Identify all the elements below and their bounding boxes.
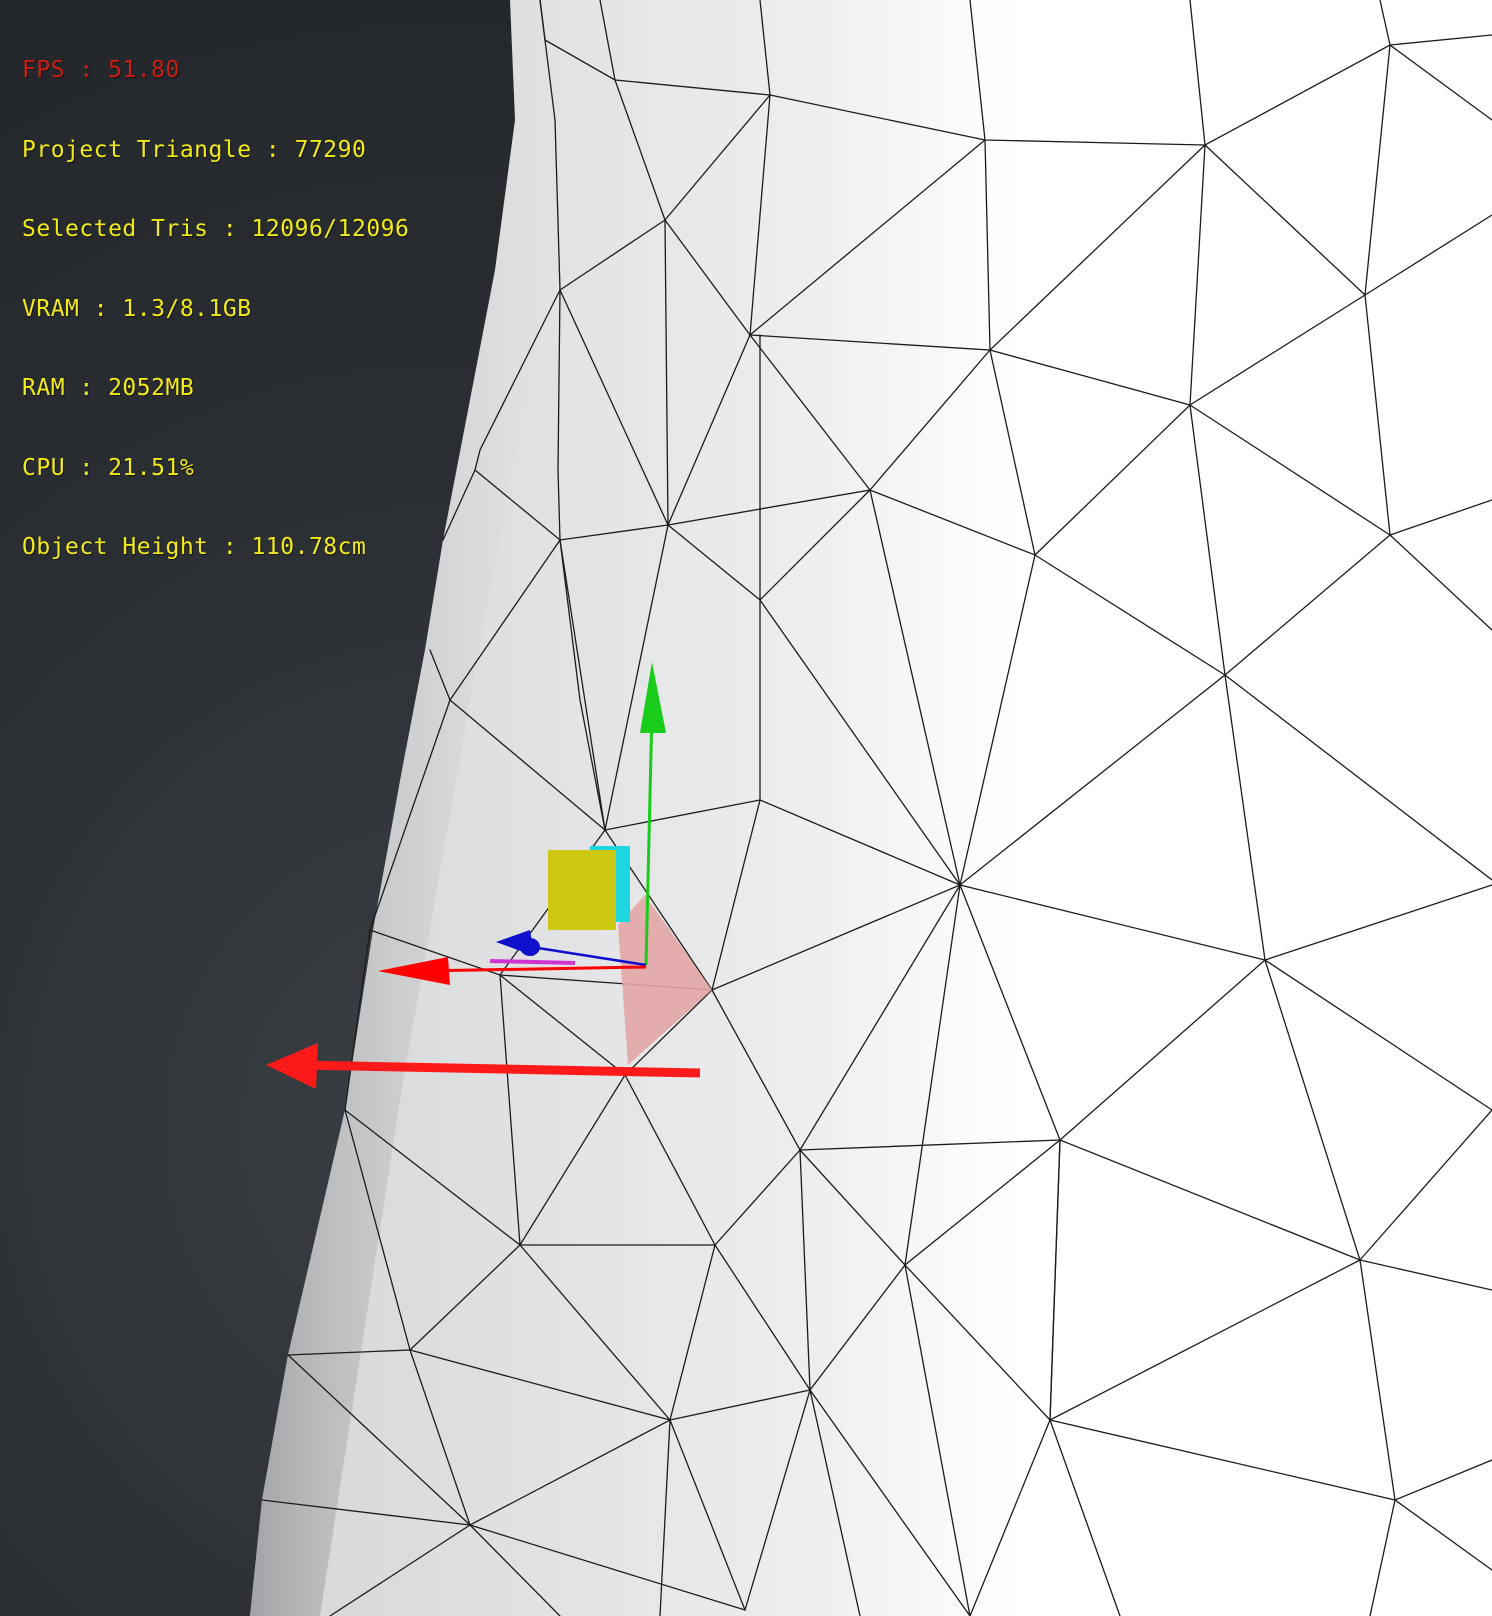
stats-overlay: FPS : 51.80 Project Triangle : 77290 Sel… [22, 4, 409, 614]
3d-viewport[interactable]: FPS : 51.80 Project Triangle : 77290 Sel… [0, 0, 1492, 1616]
vram-readout: VRAM : 1.3/8.1GB [22, 295, 252, 322]
selected-tris-readout: Selected Tris : 12096/12096 [22, 216, 410, 242]
cpu-readout: CPU : 21.51% [22, 454, 195, 481]
gizmo-plane-handle[interactable] [489, 959, 576, 965]
ram-readout: RAM : 2052MB [22, 375, 195, 401]
gizmo-center-yellow[interactable] [548, 850, 616, 930]
fps-readout: FPS : 51.80 [22, 57, 180, 83]
object-height-readout: Object Height : 110.78cm [22, 534, 367, 560]
project-triangles-readout: Project Triangle : 77290 [22, 136, 367, 163]
